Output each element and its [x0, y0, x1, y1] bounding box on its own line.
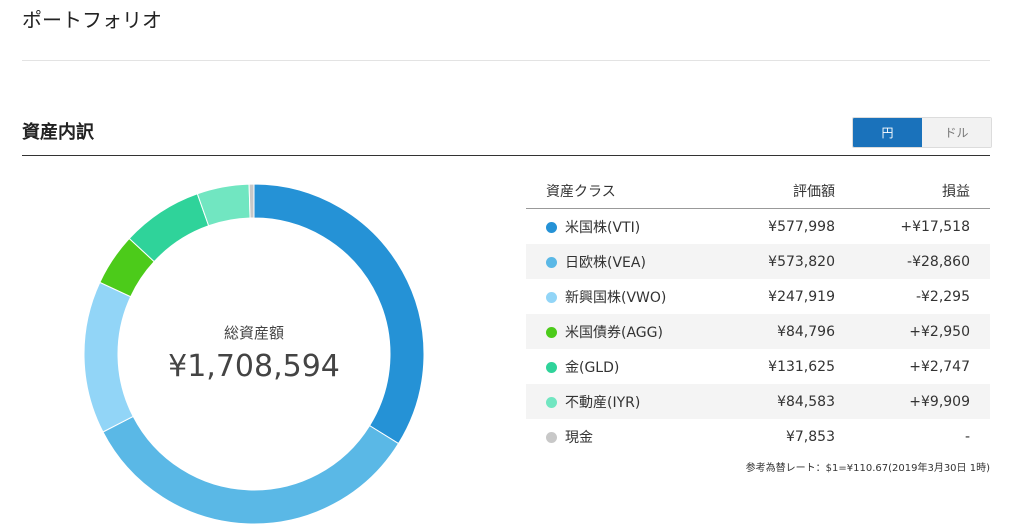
table-row: 不動産(IYR) ¥84,583 +¥9,909	[526, 384, 990, 419]
profit-loss-cell: +¥2,950	[854, 314, 990, 349]
exchange-rate-note: 参考為替レート：$1=¥110.67(2019年3月30日 1時)	[745, 463, 990, 474]
header-profit-loss: 損益	[854, 174, 990, 209]
asset-class-name: 新興国株(VWO)	[565, 289, 667, 306]
table-header-row: 資産クラス 評価額 損益	[526, 174, 990, 209]
valuation-cell: ¥84,583	[723, 384, 855, 419]
legend-dot-icon	[546, 221, 557, 233]
asset-table: 資産クラス 評価額 損益 米国株(VTI) ¥577,998 +¥17,518 日欧株…	[526, 174, 990, 454]
legend-dot-icon	[546, 361, 557, 373]
legend-dot-icon	[546, 256, 557, 268]
legend-dot-icon	[546, 431, 557, 443]
profit-loss-cell: -¥2,295	[915, 288, 970, 305]
donut-center: 総資産額 ¥1,708,594	[84, 184, 424, 524]
asset-class-name: 米国株(VTI)	[565, 219, 641, 236]
currency-toggle: 円 ドル	[852, 117, 992, 148]
asset-class-name: 金(GLD)	[565, 359, 620, 376]
valuation-cell: ¥7,853	[785, 428, 835, 445]
valuation-cell: ¥573,820	[723, 244, 855, 279]
asset-class-cell: 現金	[526, 419, 723, 454]
legend-dot-icon	[546, 326, 557, 338]
valuation-cell: ¥247,919	[768, 288, 835, 305]
valuation-cell: ¥577,998	[768, 218, 835, 235]
profit-loss-cell: -	[964, 428, 970, 445]
table-row: 現金 ¥7,853 -	[526, 419, 990, 454]
valuation-cell: ¥131,625	[768, 358, 835, 375]
table-row: 新興国株(VWO) ¥247,919 -¥2,295	[526, 279, 990, 314]
asset-class-cell: 新興国株(VWO)	[526, 279, 723, 314]
top-divider	[22, 60, 990, 61]
legend-dot-icon	[546, 396, 557, 408]
asset-class-name: 日欧株(VEA)	[565, 254, 646, 271]
profit-loss-cell: +¥9,909	[854, 384, 990, 419]
page-title: ポートフォリオ	[22, 8, 162, 32]
profit-loss-cell: +¥17,518	[900, 218, 970, 235]
total-assets-value: ¥1,708,594	[168, 349, 340, 384]
asset-class-name: 不動産(IYR)	[565, 394, 641, 411]
asset-class-name: 現金	[565, 429, 593, 446]
currency-yen-button[interactable]: 円	[853, 118, 922, 147]
header-asset-class: 資産クラス	[526, 174, 724, 209]
header-valuation: 評価額	[723, 174, 855, 209]
valuation-cell: ¥84,796	[723, 314, 855, 349]
table-row: 米国債券(AGG) ¥84,796 +¥2,950	[526, 314, 990, 349]
table-row: 米国株(VTI) ¥577,998 +¥17,518	[526, 209, 990, 245]
asset-class-name: 米国債券(AGG)	[565, 324, 663, 341]
asset-class-cell: 米国債券(AGG)	[526, 314, 724, 349]
asset-class-cell: 日欧株(VEA)	[526, 244, 724, 279]
section-divider	[22, 155, 990, 156]
total-assets-label: 総資産額	[223, 324, 284, 342]
profit-loss-cell: +¥2,747	[909, 358, 970, 375]
currency-dollar-button[interactable]: ドル	[922, 118, 991, 147]
asset-class-cell: 金(GLD)	[526, 349, 723, 384]
table-row: 日欧株(VEA) ¥573,820 -¥28,860	[526, 244, 990, 279]
asset-class-cell: 不動産(IYR)	[526, 384, 724, 419]
table-row: 金(GLD) ¥131,625 +¥2,747	[526, 349, 990, 384]
section-title: 資産内訳	[22, 122, 94, 143]
asset-class-cell: 米国株(VTI)	[526, 209, 723, 245]
legend-dot-icon	[546, 291, 557, 303]
profit-loss-cell: -¥28,860	[854, 244, 990, 279]
